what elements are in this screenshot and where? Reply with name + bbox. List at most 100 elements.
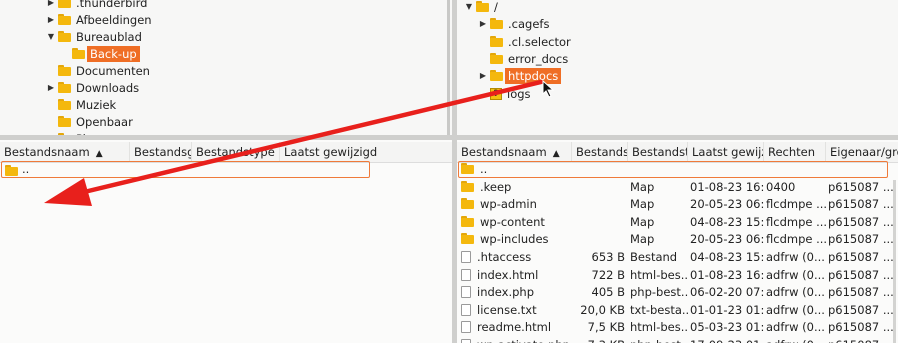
table-row[interactable]: wp-activate.php7,3 KB php-best...17-09-23… bbox=[457, 337, 898, 343]
row-size bbox=[572, 214, 625, 232]
folder-icon bbox=[490, 18, 503, 29]
row-filename-text: index.html bbox=[477, 267, 539, 282]
row-date: 01-01-23 01:... bbox=[690, 302, 764, 317]
folder-icon bbox=[58, 99, 71, 110]
tree-node-downloads[interactable]: ▶ Downloads bbox=[44, 79, 139, 96]
row-filename: index.html bbox=[461, 267, 571, 285]
row-type: html-bes... bbox=[630, 267, 688, 282]
col-header-filesize[interactable]: Bestandsgrootte bbox=[572, 142, 628, 163]
tree-node-label: Bureaublad bbox=[76, 29, 142, 44]
sort-ascending-icon: ▲ bbox=[95, 149, 103, 159]
row-owner: p615087 ... bbox=[828, 320, 894, 335]
col-header-filetype[interactable]: Bestandstype bbox=[192, 142, 280, 163]
col-header-modified[interactable]: Laatst gewijzigd bbox=[688, 142, 764, 163]
table-row[interactable]: .. bbox=[457, 161, 898, 179]
col-header-filename[interactable]: Bestandsnaam ▲ bbox=[0, 142, 130, 163]
tree-node-thunderbird[interactable]: ▶ .thunderbird bbox=[44, 0, 147, 11]
table-row[interactable]: wp-admin Map 20-05-23 06:...flcdmpe ...p61… bbox=[457, 196, 898, 214]
row-perm bbox=[766, 161, 826, 179]
mouse-cursor-icon bbox=[542, 80, 555, 98]
row-date: 01-08-23 16:... bbox=[690, 179, 764, 194]
row-filename-text: wp-content bbox=[480, 214, 545, 229]
row-filename: .keep bbox=[461, 179, 571, 197]
tree-node-label: Afbeeldingen bbox=[76, 12, 152, 27]
tree-node-muziek[interactable]: Muziek bbox=[44, 96, 116, 113]
tree-node-cl-selector[interactable]: .cl.selector bbox=[476, 33, 571, 50]
file-icon bbox=[461, 268, 471, 281]
row-perm: 0400 bbox=[766, 179, 796, 194]
table-row[interactable]: .htaccess 653 B Bestand 04-08-23 15:...adfr… bbox=[457, 249, 898, 267]
table-row[interactable]: license.txt 20,0 KB txt-besta... 01-01-23 0… bbox=[457, 302, 898, 320]
remote-list-scrollbar[interactable] bbox=[893, 180, 896, 343]
row-type: php-best... bbox=[630, 285, 688, 300]
chevron-right-icon[interactable]: ▶ bbox=[44, 79, 58, 96]
row-type bbox=[630, 161, 688, 179]
row-date: 17-09-23 01:... bbox=[690, 337, 764, 343]
col-header-permissions[interactable]: Rechten bbox=[764, 142, 826, 163]
folder-icon bbox=[5, 165, 18, 176]
local-tree-scrollbar[interactable] bbox=[447, 0, 450, 135]
row-size bbox=[572, 161, 625, 179]
row-type: Map bbox=[630, 232, 655, 247]
chevron-down-icon[interactable]: ▼ bbox=[44, 28, 58, 45]
folder-icon bbox=[490, 53, 503, 64]
folder-icon bbox=[461, 215, 474, 227]
table-row[interactable]: index.html 722 B html-bes...01-08-23 16:..… bbox=[457, 267, 898, 285]
chevron-right-icon[interactable]: ▶ bbox=[44, 0, 58, 11]
tree-node-error-docs[interactable]: error_docs bbox=[476, 50, 568, 67]
tree-node-documenten[interactable]: Documenten bbox=[44, 62, 150, 79]
tree-node-openbaar[interactable]: Openbaar bbox=[44, 113, 133, 130]
col-header-modified[interactable]: Laatst gewijzigd bbox=[280, 142, 452, 163]
tree-node-label: .thunderbird bbox=[76, 0, 148, 10]
table-row[interactable]: readme.html 7,5 KB html-bes... 05-03-23 01:… bbox=[457, 319, 898, 337]
row-date: 04-08-23 15:... bbox=[690, 250, 764, 264]
row-perm: adfrw (0... bbox=[766, 250, 825, 264]
tree-node-afbeeldingen[interactable]: ▶ Afbeeldingen bbox=[44, 11, 152, 28]
tree-node-root[interactable]: ▼ / bbox=[462, 0, 498, 15]
folder-icon bbox=[461, 163, 474, 174]
col-header-owner[interactable]: Eigenaar/groep bbox=[826, 142, 898, 163]
row-filename: license.txt bbox=[461, 302, 571, 320]
tree-node-logs[interactable]: ? logs bbox=[476, 85, 531, 102]
table-row[interactable]: .. bbox=[1, 161, 370, 178]
col-header-filename[interactable]: Bestandsnaam ▲ bbox=[457, 142, 572, 163]
row-date: 20-05-23 06:... bbox=[690, 232, 764, 247]
col-header-filetype[interactable]: Bestandstype bbox=[628, 142, 688, 163]
chevron-right-icon[interactable]: ▶ bbox=[476, 67, 490, 84]
row-filename-text: wp-activate.php bbox=[477, 338, 570, 343]
chevron-right-icon[interactable]: ▶ bbox=[44, 11, 58, 28]
row-type: php-best... bbox=[630, 337, 688, 343]
folder-icon bbox=[476, 1, 489, 12]
sort-ascending-icon: ▲ bbox=[552, 149, 560, 159]
folder-icon bbox=[58, 14, 71, 25]
row-size: 7,3 KB bbox=[572, 337, 625, 343]
row-perm: flcdmpe ... bbox=[766, 232, 826, 247]
row-perm: adfrw (0... bbox=[766, 267, 825, 282]
tree-node-label: error_docs bbox=[508, 51, 569, 66]
file-icon bbox=[461, 286, 471, 299]
local-directory-tree[interactable]: ▶ .thunderbird ▶ Afbeeldingen ▼ Bureaublad Bac… bbox=[0, 0, 452, 135]
remote-file-list[interactable]: Bestandsnaam▲ Bestandsgrootte Bestandsty… bbox=[457, 140, 898, 343]
table-row[interactable]: wp-content Map 04-08-23 15:...flcdmpe ...p… bbox=[457, 214, 898, 232]
col-header-filesize[interactable]: Bestandsgrootte bbox=[130, 142, 192, 163]
chevron-down-icon[interactable]: ▼ bbox=[462, 0, 476, 15]
tree-node-bureaublad[interactable]: ▼ Bureaublad bbox=[44, 28, 142, 45]
row-perm: adfrw (0... bbox=[766, 320, 825, 335]
row-owner: p615087 ... bbox=[828, 197, 894, 212]
table-row[interactable]: index.php 405 B php-best...06-02-20 07:...… bbox=[457, 284, 898, 302]
local-file-list[interactable]: Bestandsnaam▲ Bestandsgrootte Bestandsty… bbox=[0, 140, 452, 343]
row-filename-text: index.php bbox=[477, 285, 535, 300]
table-row[interactable]: wp-includes Map 20-05-23 06:...flcdmpe ...… bbox=[457, 231, 898, 249]
row-type: txt-besta... bbox=[630, 302, 688, 317]
remote-directory-tree[interactable]: ▼ / ▶ .cagefs .cl.selector error_docs ▶ httpdoc… bbox=[457, 0, 898, 135]
table-row[interactable]: .keep Map 01-08-23 16:...0400 p615087 ... bbox=[457, 179, 898, 197]
row-filename: index.php bbox=[461, 284, 571, 302]
tree-node-cagefs[interactable]: ▶ .cagefs bbox=[476, 15, 550, 32]
row-perm: adfrw (0... bbox=[766, 302, 825, 317]
folder-icon bbox=[490, 70, 503, 81]
chevron-right-icon[interactable]: ▶ bbox=[476, 15, 490, 32]
tree-node-back-up[interactable]: Back-up bbox=[58, 45, 140, 62]
